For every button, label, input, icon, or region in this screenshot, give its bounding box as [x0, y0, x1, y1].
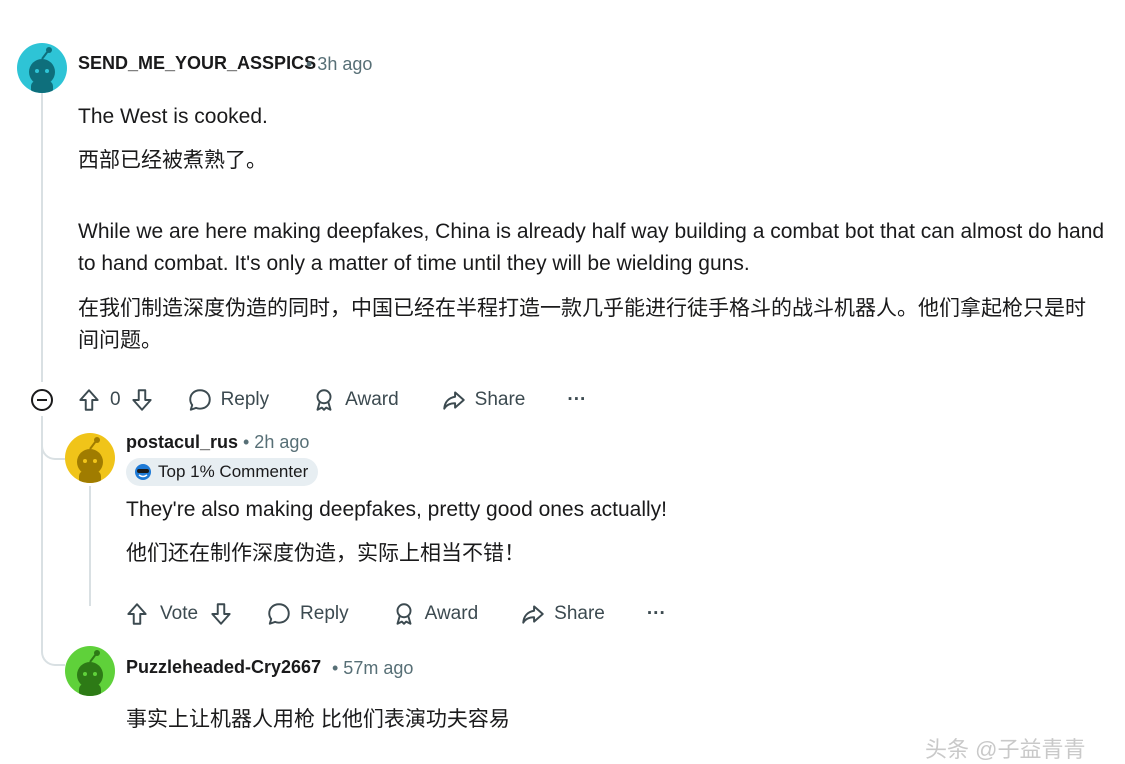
- badge-label: Top 1% Commenter: [158, 462, 309, 481]
- avatar[interactable]: [65, 646, 115, 696]
- award-icon: [316, 389, 332, 411]
- more-icon: ···: [646, 603, 666, 624]
- comment-text: 事实上让机器人用枪 比他们表演功夫容易: [126, 708, 510, 731]
- more-options-button[interactable]: ···: [567, 389, 586, 411]
- comment-text: The West is cooked.: [78, 105, 268, 128]
- share-button[interactable]: Share: [520, 601, 605, 627]
- vote-count: 0: [110, 389, 121, 410]
- watermark: 头条 @子益青青: [925, 737, 1086, 762]
- username[interactable]: SEND_ME_YOUR_ASSPICS: [78, 53, 316, 74]
- thread-connector-2: [41, 636, 65, 666]
- timestamp: • 3h ago: [306, 54, 373, 74]
- award-icon: [396, 603, 412, 625]
- more-options-button[interactable]: ···: [647, 603, 666, 625]
- award-button[interactable]: Award: [391, 601, 479, 627]
- comment-actions: 0 Reply Award Share ···: [76, 380, 586, 420]
- reply-label: Reply: [220, 389, 270, 410]
- downvote-icon: [131, 389, 152, 411]
- vote-label: Vote: [160, 603, 199, 624]
- avatar[interactable]: [17, 43, 67, 93]
- comment-text-translation: 西部已经被煮熟了。: [78, 149, 267, 172]
- comment-text: While we are here making deepfakes, Chin…: [78, 220, 1105, 275]
- upvote-button[interactable]: [76, 387, 102, 413]
- collapse-icon[interactable]: [30, 388, 54, 417]
- share-label: Share: [474, 389, 526, 410]
- comment-actions: Vote Reply Award Share ···: [124, 594, 666, 634]
- timestamp: • 57m ago: [332, 658, 414, 678]
- timestamp: • 2h ago: [243, 432, 310, 452]
- award-button[interactable]: Award: [311, 387, 399, 413]
- status-badge: Top 1% Commenter: [126, 458, 319, 486]
- upvote-icon: [79, 389, 99, 411]
- upvote-button[interactable]: [124, 601, 150, 627]
- downvote-button[interactable]: [208, 601, 234, 627]
- downvote-icon: [211, 603, 231, 625]
- reply-button[interactable]: Reply: [266, 601, 349, 627]
- reply-label: Reply: [300, 603, 349, 624]
- thread-connector-1: [41, 430, 65, 460]
- thread-line-main: [41, 92, 43, 382]
- award-label: Award: [345, 389, 399, 410]
- award-label: Award: [424, 603, 479, 624]
- comment-text-translation: 在我们制造深度伪造的同时，中国已经在半程打造一款几乎能进行徒手格斗的战斗机器人。…: [78, 297, 1086, 352]
- reply-button[interactable]: Reply: [187, 387, 270, 413]
- commenter-badge-icon: [135, 464, 151, 480]
- upvote-icon: [127, 603, 147, 625]
- share-label: Share: [554, 603, 605, 624]
- reply-icon: [268, 603, 290, 625]
- downvote-button[interactable]: [129, 387, 155, 413]
- share-icon: [522, 605, 544, 624]
- reply-icon: [188, 389, 211, 411]
- username[interactable]: Puzzleheaded-Cry2667: [126, 657, 321, 678]
- share-icon: [442, 391, 465, 410]
- share-button[interactable]: Share: [441, 387, 526, 413]
- username[interactable]: postacul_rus: [126, 432, 238, 453]
- comment-text-translation: 他们还在制作深度伪造，实际上相当不错！: [126, 542, 525, 565]
- thread-line-reply2: [89, 486, 91, 606]
- avatar[interactable]: [65, 433, 115, 483]
- comment-text: They're also making deepfakes, pretty go…: [126, 498, 667, 521]
- more-icon: ···: [567, 389, 587, 410]
